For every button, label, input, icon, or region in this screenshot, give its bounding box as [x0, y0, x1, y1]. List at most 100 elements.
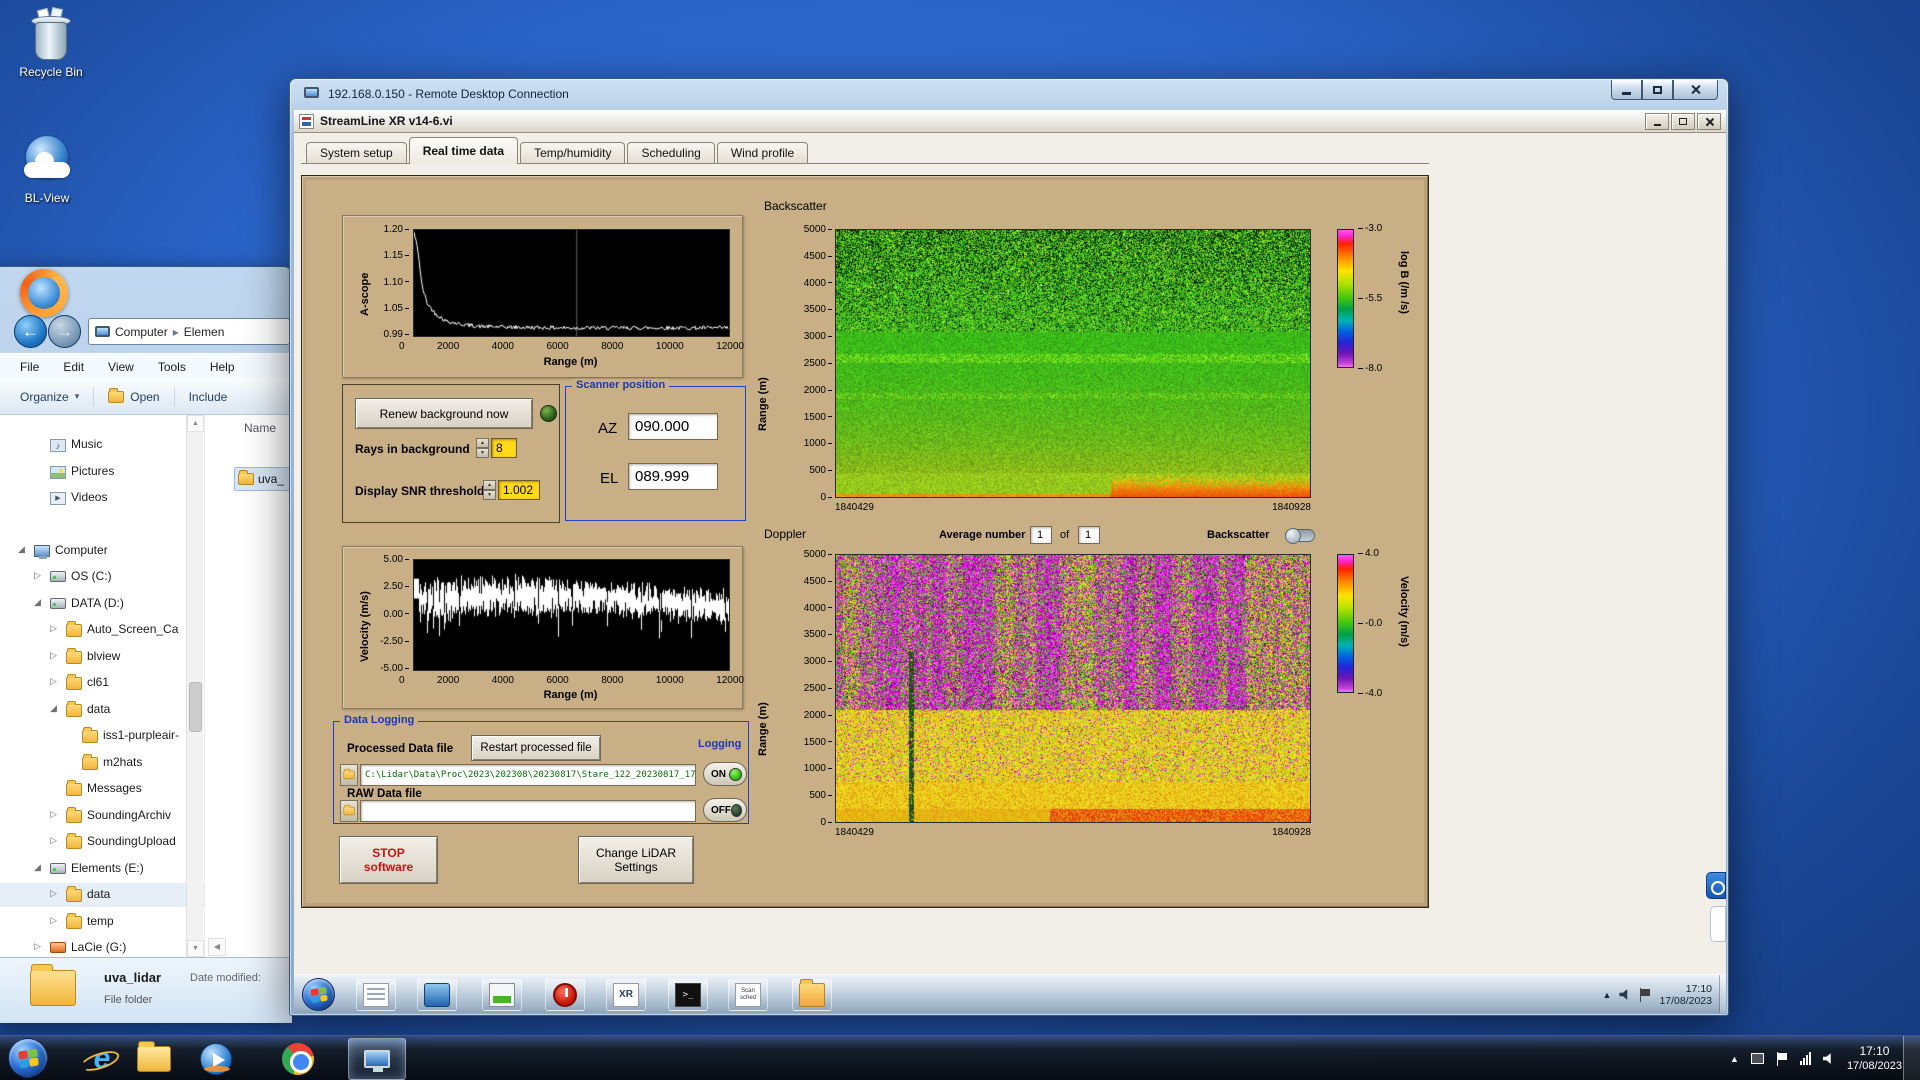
- expander-collapsed-icon[interactable]: ▷: [50, 809, 57, 820]
- switch-knob[interactable]: [1285, 528, 1301, 544]
- expander-collapsed-icon[interactable]: ▷: [34, 570, 41, 581]
- rays-value-field[interactable]: 8: [491, 438, 517, 458]
- tab-scheduling[interactable]: Scheduling: [627, 142, 714, 164]
- expander-collapsed-icon[interactable]: ▷: [50, 623, 57, 634]
- clock[interactable]: 17:10 17/08/2023: [1847, 1044, 1902, 1074]
- restart-processed-file-button[interactable]: Restart processed file: [471, 735, 601, 761]
- stop-software-button[interactable]: STOP software: [339, 836, 438, 884]
- desktop-icon-recycle-bin[interactable]: Recycle Bin: [8, 8, 94, 79]
- tree-item-pictures[interactable]: Pictures: [0, 460, 204, 484]
- menu-view[interactable]: View: [108, 360, 134, 374]
- spin-up-icon[interactable]: ▲: [483, 480, 496, 490]
- start-button[interactable]: [8, 1038, 48, 1078]
- tree-item-iss1-purpleair-[interactable]: iss1-purpleair-: [0, 724, 204, 748]
- volume-icon[interactable]: [1619, 989, 1631, 1001]
- average-total-field[interactable]: 1: [1078, 526, 1100, 544]
- tree-item-elements-e-[interactable]: ◢Elements (E:): [0, 857, 204, 881]
- tray-expand-icon[interactable]: ▲: [1603, 990, 1612, 1000]
- backscatter-toggle-switch[interactable]: [1285, 529, 1315, 542]
- tree-item-soundingarchiv[interactable]: ▷SoundingArchiv: [0, 804, 204, 828]
- tree-item-computer[interactable]: ◢Computer: [0, 539, 204, 563]
- expander-collapsed-icon[interactable]: ▷: [50, 888, 57, 899]
- tree-item-messages[interactable]: Messages: [0, 777, 204, 801]
- processed-logging-toggle[interactable]: ON: [703, 762, 747, 786]
- close-button[interactable]: [1673, 80, 1718, 100]
- menu-file[interactable]: File: [20, 360, 39, 374]
- expander-collapsed-icon[interactable]: ▷: [50, 835, 57, 846]
- tree-item-data[interactable]: ◢data: [0, 698, 204, 722]
- tree-item-blview[interactable]: ▷blview: [0, 645, 204, 669]
- scrollbar-thumb[interactable]: [189, 682, 202, 732]
- az-value-field[interactable]: 090.000: [628, 413, 718, 440]
- remote-taskbar-button-scan-sched[interactable]: Scan sched: [728, 978, 768, 1011]
- scroll-up-button[interactable]: ▲: [187, 415, 204, 432]
- average-count-field[interactable]: 1: [1030, 526, 1052, 544]
- expander-expanded-icon[interactable]: ◢: [34, 597, 41, 608]
- remote-start-button[interactable]: [302, 978, 335, 1011]
- tab-real-time-data[interactable]: Real time data: [409, 137, 518, 164]
- expander-collapsed-icon[interactable]: ▷: [34, 941, 41, 952]
- tree-item-m2hats[interactable]: m2hats: [0, 751, 204, 775]
- remote-session-icon[interactable]: [1751, 1053, 1764, 1064]
- tab-system-setup[interactable]: System setup: [306, 142, 407, 164]
- tree-item-music[interactable]: ♪Music: [0, 433, 204, 457]
- back-button[interactable]: ←: [14, 315, 47, 348]
- maximize-button[interactable]: [1642, 80, 1673, 100]
- expander-expanded-icon[interactable]: ◢: [34, 862, 41, 873]
- remote-taskbar-button-console[interactable]: >_: [668, 978, 708, 1011]
- include-button[interactable]: Include: [189, 390, 228, 404]
- tab-temp-humidity[interactable]: Temp/humidity: [520, 142, 625, 164]
- menu-edit[interactable]: Edit: [63, 360, 84, 374]
- el-value-field[interactable]: 089.999: [628, 463, 718, 490]
- tree-item-lacie-g-[interactable]: ▷LaCie (G:): [0, 936, 204, 957]
- spin-down-icon[interactable]: ▼: [483, 490, 496, 500]
- volume-icon[interactable]: [1823, 1053, 1835, 1065]
- expander-expanded-icon[interactable]: ◢: [50, 703, 57, 714]
- remote-taskbar-button-app-blue[interactable]: [417, 978, 457, 1011]
- taskbar-button-internet-explorer[interactable]: e: [84, 1041, 120, 1077]
- action-center-flag-icon[interactable]: [1639, 988, 1651, 1002]
- taskbar-button-chrome[interactable]: [280, 1041, 316, 1077]
- tree-item-videos[interactable]: ▶Videos: [0, 486, 204, 510]
- vi-restore-button[interactable]: [1671, 113, 1695, 130]
- remote-taskbar-button-power[interactable]: [545, 978, 585, 1011]
- menu-help[interactable]: Help: [210, 360, 235, 374]
- teamviewer-icon[interactable]: [1706, 872, 1726, 899]
- taskbar-button-remote-desktop-active[interactable]: [348, 1038, 406, 1080]
- expander-collapsed-icon[interactable]: ▷: [50, 676, 57, 687]
- column-header-name[interactable]: Name: [244, 421, 276, 435]
- taskbar-button-file-explorer[interactable]: [136, 1041, 172, 1077]
- tree-scrollbar[interactable]: ▲ ▼: [186, 415, 203, 957]
- vi-close-button[interactable]: [1697, 113, 1721, 130]
- tray-expand-icon[interactable]: ▲: [1730, 1054, 1739, 1064]
- expander-collapsed-icon[interactable]: ▷: [50, 915, 57, 926]
- forward-button[interactable]: →: [48, 315, 81, 348]
- remote-taskbar-button-notepad[interactable]: [356, 978, 396, 1011]
- desktop-icon-bl-view[interactable]: BL-View: [4, 136, 90, 205]
- tree-item-cl61[interactable]: ▷cl61: [0, 671, 204, 695]
- menu-tools[interactable]: Tools: [158, 360, 186, 374]
- vi-minimize-button[interactable]: [1645, 113, 1669, 130]
- remote-show-desktop-button[interactable]: [1719, 975, 1726, 1013]
- organize-button[interactable]: Organize: [20, 390, 69, 404]
- breadcrumb-folder[interactable]: Elemen: [184, 325, 225, 339]
- teamviewer-tab[interactable]: [1710, 906, 1726, 942]
- network-icon[interactable]: [1800, 1052, 1811, 1065]
- tree-item-temp[interactable]: ▷temp: [0, 910, 204, 934]
- change-lidar-settings-button[interactable]: Change LiDAR Settings: [578, 836, 694, 884]
- snr-value-field[interactable]: 1.002: [498, 480, 540, 500]
- breadcrumb-computer[interactable]: Computer: [115, 325, 168, 339]
- open-button[interactable]: Open: [130, 390, 159, 404]
- scroll-left-button[interactable]: ◀: [208, 938, 226, 956]
- remote-taskbar-button-folder[interactable]: [792, 978, 832, 1011]
- snr-spinner[interactable]: ▲▼: [483, 480, 496, 500]
- tree-item-soundingupload[interactable]: ▷SoundingUpload: [0, 830, 204, 854]
- scroll-down-button[interactable]: ▼: [187, 940, 204, 957]
- expander-collapsed-icon[interactable]: ▷: [50, 650, 57, 661]
- tab-wind-profile[interactable]: Wind profile: [717, 142, 808, 164]
- show-desktop-button[interactable]: [1903, 1036, 1920, 1080]
- raw-logging-toggle[interactable]: OFF: [703, 798, 747, 822]
- remote-taskbar-button-app-green[interactable]: [482, 978, 522, 1011]
- action-center-flag-icon[interactable]: [1776, 1052, 1788, 1066]
- spin-up-icon[interactable]: ▲: [476, 438, 489, 448]
